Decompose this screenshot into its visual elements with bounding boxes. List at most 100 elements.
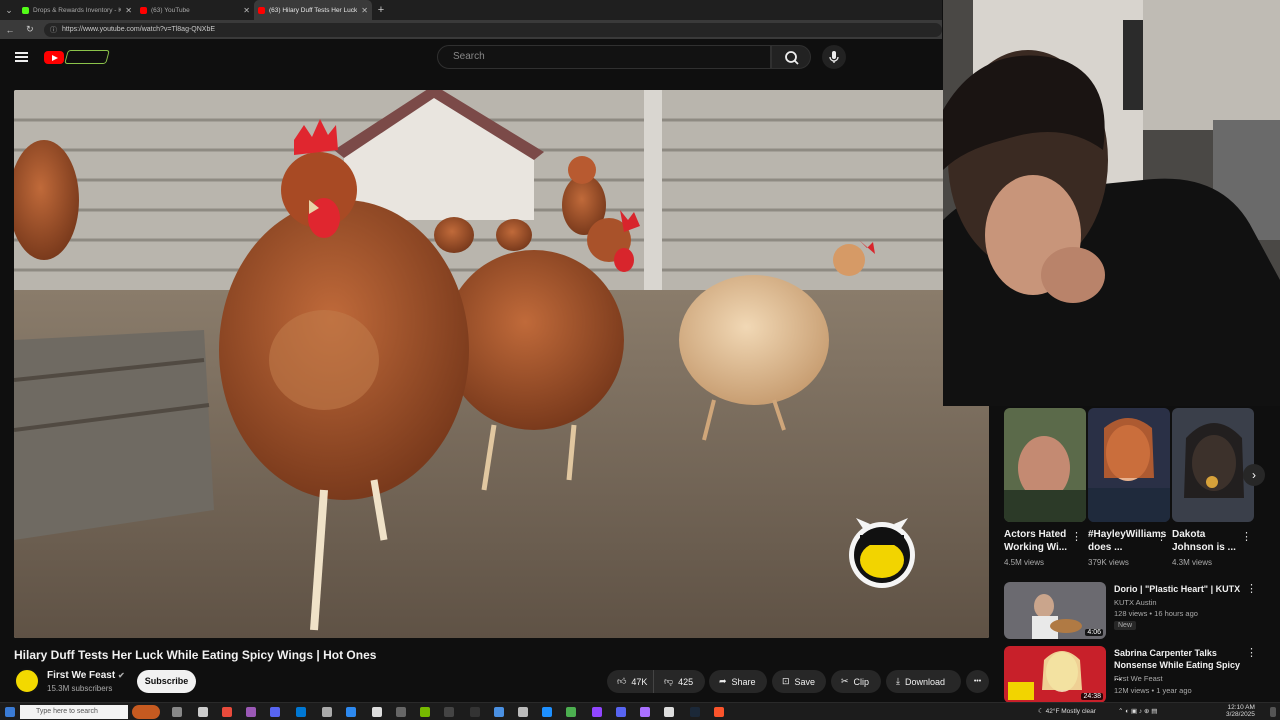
more-options-icon[interactable]: ⋮ <box>1241 530 1252 543</box>
close-tab-icon[interactable]: ✕ <box>243 6 250 15</box>
app-icon[interactable] <box>346 707 356 717</box>
back-icon[interactable]: ← <box>4 25 16 35</box>
app-icon[interactable] <box>640 707 650 717</box>
short-title[interactable]: Actors Hated Working Wi... <box>1004 528 1070 554</box>
tab-active-video[interactable]: (63) Hilary Duff Tests Her Luck Wh ✕ <box>254 0 372 20</box>
clock-date: 3/28/2025 <box>1226 711 1255 718</box>
more-options-icon[interactable]: ⋮ <box>1246 646 1257 659</box>
scissors-icon: ✂ <box>841 676 849 686</box>
channel-avatar[interactable] <box>14 668 40 694</box>
save-button[interactable]: ⊡ Save <box>772 670 826 693</box>
short-thumbnail-image <box>1172 408 1254 522</box>
youtube-header: Search <box>0 39 942 76</box>
share-icon: ➦ <box>719 676 727 686</box>
short-thumbnail[interactable] <box>1004 408 1086 522</box>
steam-icon[interactable] <box>690 707 700 717</box>
video-frame-chickens <box>14 90 989 638</box>
video-player[interactable] <box>14 90 989 638</box>
tab-list-icon[interactable]: ⌄ <box>0 0 18 20</box>
app-icon[interactable] <box>470 707 480 717</box>
short-thumbnail-image <box>1088 408 1170 522</box>
app-icon[interactable] <box>372 707 382 717</box>
short-thumbnail[interactable] <box>1172 408 1254 522</box>
app-icon[interactable] <box>664 707 674 717</box>
search-input[interactable]: Search <box>437 45 771 69</box>
chrome-icon[interactable] <box>222 707 232 717</box>
weather-widget[interactable]: ☾ 42°F Mostly clear <box>1038 707 1096 715</box>
url-field[interactable]: ⓘ https://www.youtube.com/watch?v=Tl8ag-… <box>43 22 942 37</box>
app-icon[interactable] <box>322 707 332 717</box>
dislike-button[interactable]: 👎︎ 425 <box>653 670 705 693</box>
nvidia-icon[interactable] <box>420 707 430 717</box>
windows-start-icon[interactable] <box>5 707 15 717</box>
youtube-logo-icon[interactable] <box>44 51 64 64</box>
reload-icon[interactable]: ↻ <box>24 24 36 35</box>
obs-icon[interactable] <box>444 707 454 717</box>
video-title: Hilary Duff Tests Her Luck While Eating … <box>14 648 377 662</box>
discord-icon[interactable] <box>616 707 626 717</box>
youtube-favicon-icon <box>140 6 147 14</box>
channel-name[interactable]: First We Feast ✔ <box>47 670 125 681</box>
app-icon[interactable] <box>494 707 504 717</box>
site-info-icon[interactable]: ⓘ <box>50 25 57 35</box>
notification-icon[interactable] <box>1270 707 1276 717</box>
video-title[interactable]: Dorio | "Plastic Heart" | KUTX <box>1114 583 1249 595</box>
app-icon[interactable] <box>396 707 406 717</box>
short-title[interactable]: Dakota Johnson is ... <box>1172 528 1238 554</box>
edge-icon[interactable] <box>296 707 306 717</box>
more-options-icon[interactable]: ⋮ <box>1246 582 1257 595</box>
video-channel[interactable]: KUTX Austin <box>1114 598 1157 607</box>
subscriber-count: 15.3M subscribers <box>47 684 113 693</box>
video-thumbnail[interactable]: 24:38 <box>1004 646 1106 703</box>
close-tab-icon[interactable]: ✕ <box>361 6 368 15</box>
video-thumbnail[interactable]: 4:06 <box>1004 582 1106 639</box>
twitch-icon[interactable] <box>592 707 602 717</box>
app-icon[interactable] <box>246 707 256 717</box>
download-button[interactable]: ⤓ Download <box>886 670 961 693</box>
voice-search-button[interactable] <box>822 45 846 69</box>
tab-title: (63) YouTube <box>151 6 190 14</box>
clock[interactable]: 12:10 AM 3/28/2025 <box>1226 704 1255 718</box>
search-icon <box>785 51 799 65</box>
app-icon[interactable] <box>566 707 576 717</box>
search-highlight-icon[interactable] <box>132 705 160 719</box>
save-label: Save <box>794 676 816 687</box>
system-tray-icons[interactable]: ⌃ ◐ ▣ ♪ ⊕ ▤ <box>1118 707 1157 715</box>
tab-title: (63) Hilary Duff Tests Her Luck Wh <box>269 6 358 14</box>
search-button[interactable] <box>771 45 811 69</box>
menu-icon[interactable] <box>15 52 28 62</box>
task-view-icon[interactable] <box>172 707 182 717</box>
subscribe-button[interactable]: Subscribe <box>137 670 196 693</box>
app-icon[interactable] <box>518 707 528 717</box>
webcam-feed-image <box>943 0 1280 406</box>
download-icon: ⤓ <box>896 676 900 686</box>
verified-icon: ✔ <box>117 671 125 680</box>
close-tab-icon[interactable]: ✕ <box>125 6 132 15</box>
more-actions-button[interactable]: ••• <box>966 670 989 693</box>
share-label: Share <box>731 676 756 687</box>
new-badge: New <box>1114 621 1137 630</box>
clip-button[interactable]: ✂ Clip <box>831 670 881 693</box>
app-icon[interactable] <box>198 707 208 717</box>
brave-icon[interactable] <box>714 707 724 717</box>
new-tab-button[interactable]: + <box>372 4 390 16</box>
short-title[interactable]: #HayleyWilliams does ... <box>1088 528 1166 554</box>
download-label: Download <box>904 676 946 687</box>
youtube-doodle-logo[interactable] <box>64 50 110 64</box>
like-button[interactable]: 👍︎ 47K <box>607 670 653 693</box>
tab-youtube[interactable]: (63) YouTube ✕ <box>136 0 254 20</box>
clip-label: Clip <box>853 676 870 687</box>
more-options-icon[interactable]: ⋮ <box>1156 530 1167 543</box>
tab-kick[interactable]: Drops & Rewards Inventory - Kick ✕ <box>18 0 136 20</box>
dislike-count: 425 <box>678 676 694 687</box>
discord-icon[interactable] <box>270 707 280 717</box>
taskbar-search-input[interactable]: Type here to search <box>20 705 128 719</box>
share-button[interactable]: ➦ Share <box>709 670 767 693</box>
clock-time: 12:10 AM <box>1227 704 1255 711</box>
video-channel[interactable]: First We Feast <box>1114 674 1163 683</box>
app-icon[interactable] <box>542 707 552 717</box>
more-options-icon[interactable]: ⋮ <box>1071 530 1082 543</box>
shorts-next-button[interactable]: › <box>1243 464 1265 486</box>
thumbs-up-icon: 👍︎ <box>617 676 627 686</box>
short-thumbnail[interactable] <box>1088 408 1170 522</box>
